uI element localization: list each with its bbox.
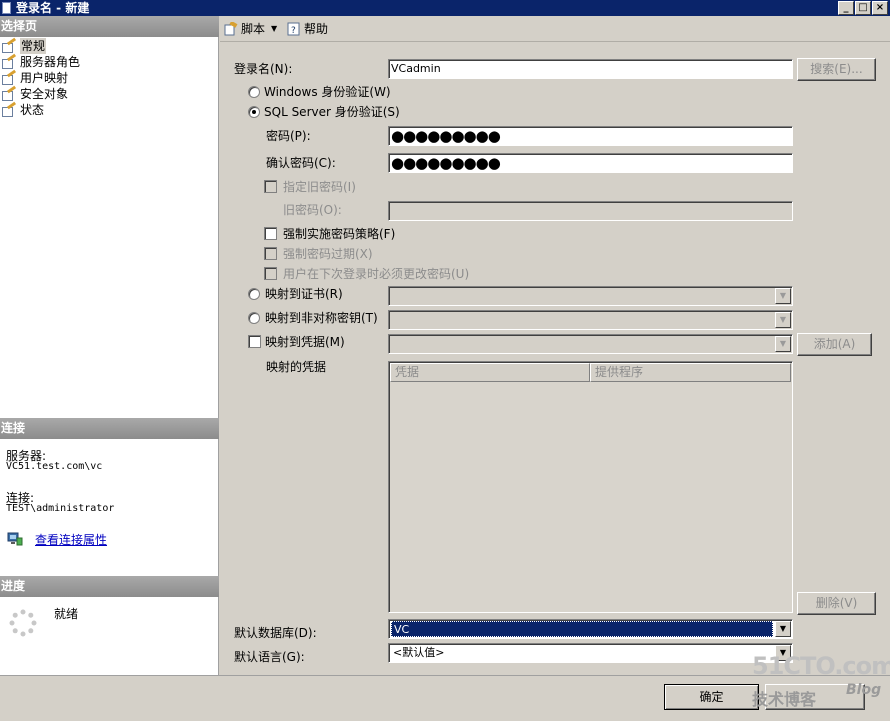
- default-database-select[interactable]: VC ▼: [388, 619, 793, 639]
- help-label: 帮助: [304, 22, 329, 36]
- watermark-site: 51CTO.com: [752, 652, 890, 680]
- remove-button[interactable]: 删除(V): [797, 592, 876, 615]
- specify-old-password-label: 指定旧密码(I): [283, 180, 356, 194]
- close-button[interactable]: ×: [872, 1, 888, 15]
- nav-item-label: 用户映射: [20, 71, 69, 85]
- toolbar: 脚本 ▼ ? 帮助: [220, 16, 890, 42]
- window-app-icon: [2, 2, 11, 14]
- script-button[interactable]: 脚本 ▼: [224, 20, 277, 38]
- map-asymmetric-key-radio[interactable]: [248, 312, 260, 324]
- map-asymmetric-key-label: 映射到非对称密钥(T): [265, 311, 378, 325]
- specify-old-password-checkbox[interactable]: [264, 180, 277, 193]
- password-label: 密码(P):: [266, 129, 311, 143]
- nav-item-user-mapping[interactable]: 用户映射: [2, 69, 69, 86]
- progress-spinner-icon: [8, 608, 38, 638]
- credential-select[interactable]: ▼: [388, 334, 793, 354]
- script-label: 脚本: [241, 22, 266, 36]
- maximize-button[interactable]: □: [855, 1, 871, 15]
- search-button[interactable]: 搜索(E)...: [797, 58, 876, 81]
- add-button[interactable]: 添加(A): [797, 333, 872, 356]
- sql-auth-radio[interactable]: [248, 106, 260, 118]
- windows-auth-label: Windows 身份验证(W): [264, 85, 391, 99]
- map-certificate-radio[interactable]: [248, 288, 260, 300]
- mapped-credentials-grid[interactable]: 凭据 提供程序: [388, 361, 793, 613]
- connection-header: 连接: [0, 418, 219, 439]
- enforce-policy-checkbox[interactable]: [264, 227, 277, 240]
- window-title-bar[interactable]: 登录名 - 新建 _ □ ×: [0, 0, 890, 16]
- progress-status: 就绪: [54, 607, 79, 621]
- mapped-credentials-label: 映射的凭据: [266, 360, 327, 374]
- left-pane: 选择页 常规 服务器角色 用户映射 安全对象 状态 连接 服务器: VC51.t…: [0, 16, 219, 675]
- connection-properties-icon: [7, 532, 23, 546]
- minimize-button[interactable]: _: [838, 1, 854, 15]
- progress-header: 进度: [0, 576, 219, 597]
- password-field[interactable]: ●●●●●●●●●: [388, 126, 793, 146]
- certificate-select[interactable]: ▼: [388, 286, 793, 306]
- grid-column-provider[interactable]: 提供程序: [590, 363, 791, 382]
- asymmetric-key-select[interactable]: ▼: [388, 310, 793, 330]
- help-button[interactable]: ? 帮助: [287, 20, 328, 38]
- view-connection-properties-link[interactable]: 查看连接属性: [35, 531, 107, 548]
- page-icon: [2, 37, 17, 53]
- nav-item-label: 服务器角色: [20, 55, 81, 69]
- select-page-header: 选择页: [0, 16, 219, 37]
- watermark-caption: 技术博客: [752, 690, 817, 709]
- page-icon: [2, 53, 17, 69]
- map-certificate-label: 映射到证书(R): [265, 287, 343, 301]
- map-credential-checkbox[interactable]: [248, 335, 261, 348]
- must-change-label: 用户在下次登录时必须更改密码(U): [283, 267, 470, 281]
- default-language-select[interactable]: <默认值> ▼: [388, 643, 793, 663]
- help-icon: ?: [287, 22, 301, 36]
- default-language-value: <默认值>: [393, 646, 445, 659]
- connection-value: TEST\administrator: [6, 503, 115, 514]
- nav-item-label: 常规: [20, 38, 47, 54]
- default-database-value: VC: [391, 621, 773, 637]
- confirm-password-field[interactable]: ●●●●●●●●●: [388, 153, 793, 173]
- script-icon: [224, 20, 238, 36]
- watermark-blog: Blog: [846, 682, 882, 698]
- map-credential-label: 映射到凭据(M): [265, 335, 345, 349]
- windows-auth-radio[interactable]: [248, 86, 260, 98]
- login-name-input[interactable]: VCadmin: [388, 59, 793, 79]
- sql-auth-label: SQL Server 身份验证(S): [264, 105, 400, 119]
- nav-item-securables[interactable]: 安全对象: [2, 85, 69, 102]
- default-language-label: 默认语言(G):: [234, 650, 305, 664]
- nav-item-server-roles[interactable]: 服务器角色: [2, 53, 81, 70]
- page-icon: [2, 69, 17, 85]
- nav-item-label: 安全对象: [20, 87, 69, 101]
- enforce-expiration-checkbox[interactable]: [264, 247, 277, 260]
- chevron-down-icon: ▼: [271, 24, 278, 33]
- confirm-password-label: 确认密码(C):: [266, 156, 336, 170]
- page-icon: [2, 101, 17, 117]
- nav-item-general[interactable]: 常规: [2, 37, 47, 54]
- chevron-down-icon[interactable]: ▼: [775, 288, 791, 304]
- old-password-label: 旧密码(O):: [283, 203, 342, 217]
- server-value: VC51.test.com\vc: [6, 461, 103, 472]
- svg-text:?: ?: [291, 26, 296, 36]
- window-title: 登录名 - 新建: [16, 1, 90, 15]
- page-icon: [2, 85, 17, 101]
- login-name-label: 登录名(N):: [234, 62, 293, 76]
- must-change-checkbox[interactable]: [264, 267, 277, 280]
- enforce-expiration-label: 强制密码过期(X): [283, 247, 373, 261]
- chevron-down-icon[interactable]: ▼: [775, 621, 791, 637]
- nav-item-status[interactable]: 状态: [2, 101, 45, 118]
- ok-button[interactable]: 确定: [664, 684, 759, 710]
- grid-column-credential[interactable]: 凭据: [390, 363, 590, 382]
- nav-item-label: 状态: [20, 103, 45, 117]
- old-password-field[interactable]: [388, 201, 793, 221]
- chevron-down-icon[interactable]: ▼: [775, 336, 791, 352]
- default-database-label: 默认数据库(D):: [234, 626, 317, 640]
- enforce-policy-label: 强制实施密码策略(F): [283, 227, 396, 241]
- chevron-down-icon[interactable]: ▼: [775, 312, 791, 328]
